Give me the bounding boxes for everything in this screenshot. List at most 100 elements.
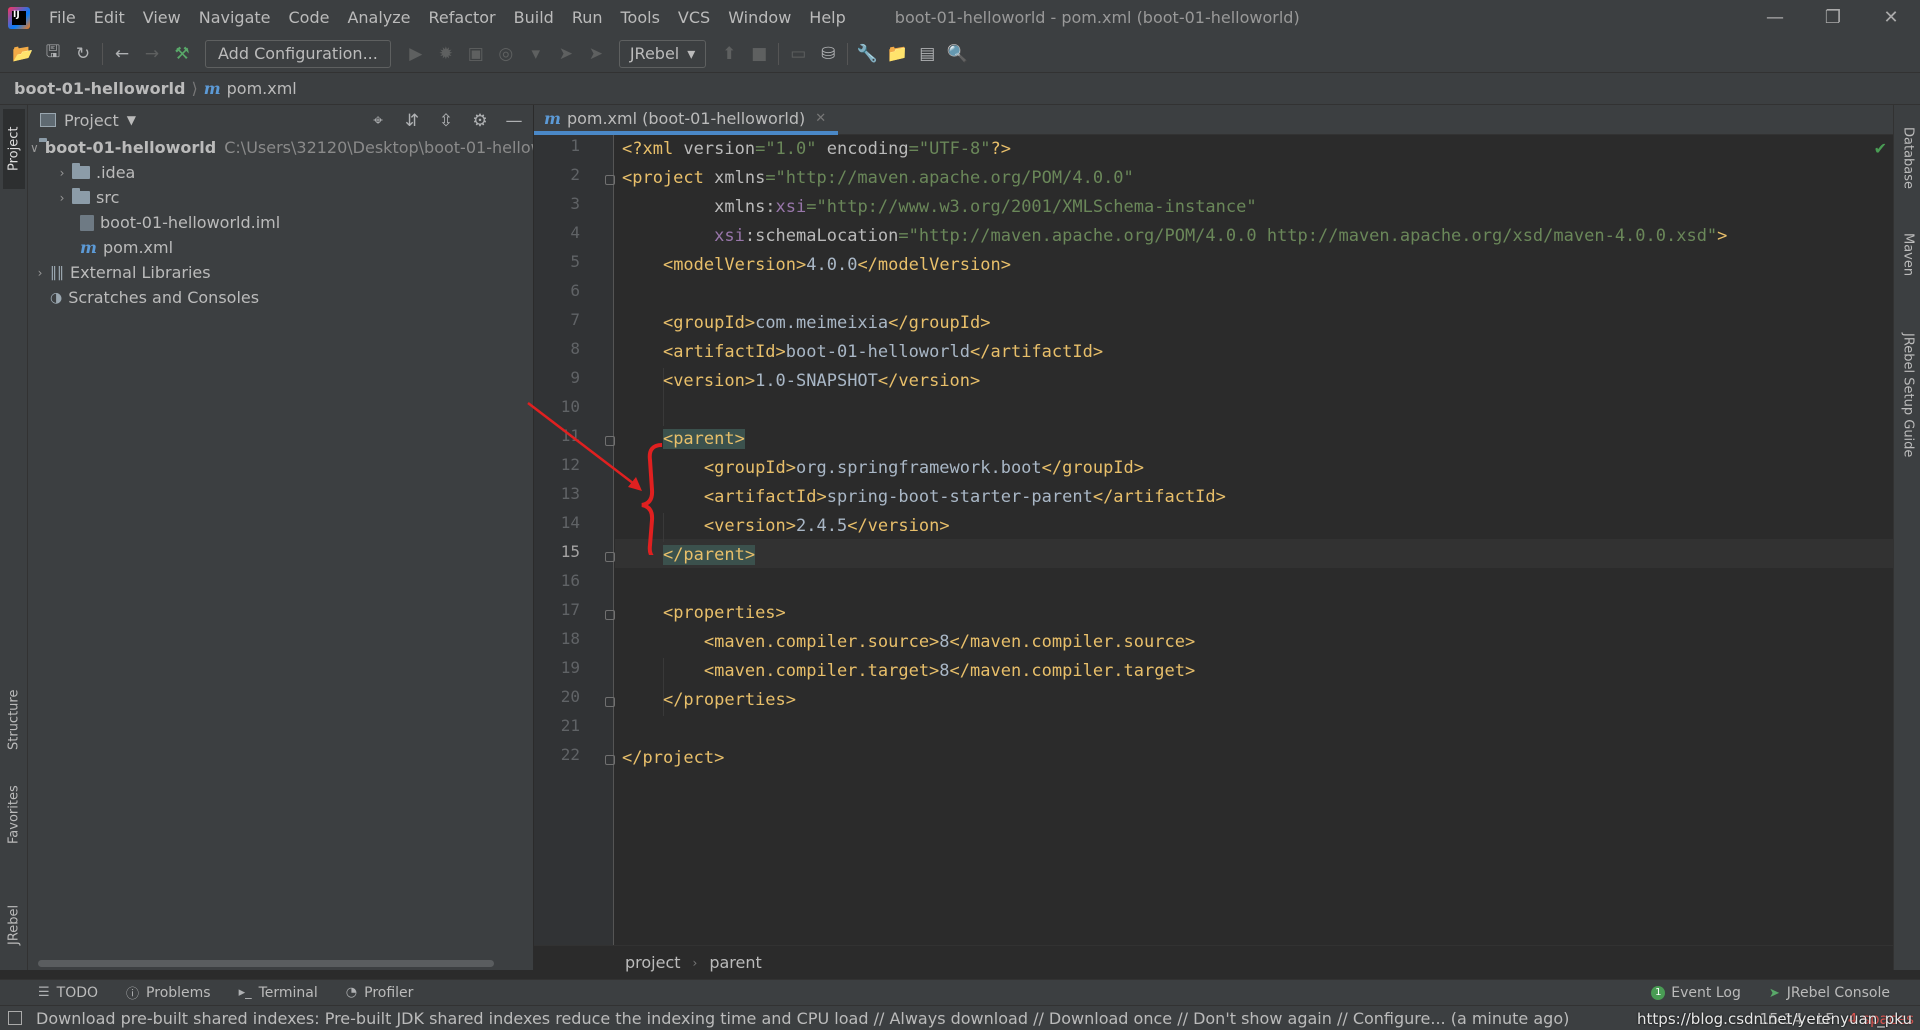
build-hammer-icon[interactable]: ⚒ xyxy=(167,39,197,69)
open-folder-icon[interactable]: 📂 xyxy=(8,39,38,69)
tree-node-idea[interactable]: › .idea xyxy=(28,160,533,185)
restore-button[interactable]: ❐ xyxy=(1804,0,1862,35)
tab-pom-xml[interactable]: m pom.xml (boot-01-helloworld) ✕ xyxy=(534,105,839,135)
close-button[interactable]: ✕ xyxy=(1862,0,1920,35)
gear-icon[interactable]: ⚙ xyxy=(467,109,493,133)
jrebel-run-icon[interactable]: ➤ xyxy=(551,39,581,69)
line-number: 14 xyxy=(560,513,580,532)
close-tab-icon[interactable]: ✕ xyxy=(815,111,826,126)
menu-refactor[interactable]: Refactor xyxy=(420,0,505,35)
save-icon[interactable]: 🖫 xyxy=(38,39,68,69)
jrebel-debug-icon[interactable]: ➤ xyxy=(581,39,611,69)
tool-tab-problems[interactable]: ⓘ Problems xyxy=(126,983,211,1003)
tree-node-external-libraries-label: External Libraries xyxy=(70,263,211,282)
fold-marker-icon[interactable] xyxy=(605,175,615,185)
fold-marker-icon[interactable] xyxy=(605,552,615,562)
tree-node-root[interactable]: ∨ boot-01-helloworld C:\Users\32120\Desk… xyxy=(28,135,533,160)
line-number: 5 xyxy=(570,252,580,271)
jrebel-dropdown[interactable]: JRebel ▾ xyxy=(618,39,707,68)
run-icon[interactable]: ▶ xyxy=(401,39,431,69)
menu-tools[interactable]: Tools xyxy=(612,0,669,35)
collapsed-arrow-icon[interactable]: › xyxy=(52,166,72,180)
tool-tab-profiler[interactable]: ◔ Profiler xyxy=(346,985,414,1001)
tool-tab-event-log[interactable]: 1 Event Log xyxy=(1651,985,1741,1001)
tool-tab-event-log-label: Event Log xyxy=(1671,985,1741,1001)
tree-node-src[interactable]: › src xyxy=(28,185,533,210)
line-number: 21 xyxy=(560,716,580,735)
sync-icon[interactable]: ↻ xyxy=(68,39,98,69)
crumb-parent[interactable]: parent xyxy=(709,953,761,972)
status-message[interactable]: Download pre-built shared indexes: Pre-b… xyxy=(36,1009,1569,1028)
chevron-down-icon[interactable]: ▼ xyxy=(127,113,136,127)
line-number: 7 xyxy=(570,310,580,329)
tool-tab-jrebel[interactable]: JRebel xyxy=(3,895,25,955)
add-configuration-button[interactable]: Add Configuration... xyxy=(205,39,391,68)
debug-icon[interactable]: ✹ xyxy=(431,39,461,69)
menu-build[interactable]: Build xyxy=(505,0,563,35)
tool-tab-terminal[interactable]: ▸_ Terminal xyxy=(239,985,318,1001)
expanded-arrow-icon[interactable]: ∨ xyxy=(30,141,39,155)
breadcrumb-project[interactable]: boot-01-helloworld xyxy=(14,79,185,98)
coverage-icon[interactable]: ▣ xyxy=(461,39,491,69)
menu-edit[interactable]: Edit xyxy=(85,0,134,35)
menu-window[interactable]: Window xyxy=(719,0,800,35)
tool-tab-jrebel-console[interactable]: ➤ JRebel Console xyxy=(1769,985,1890,1001)
more-run-icon[interactable]: ▾ xyxy=(521,39,551,69)
tree-node-external-libraries[interactable]: › ‖‖ External Libraries xyxy=(28,260,533,285)
jrebel-update-icon[interactable]: ⬆ xyxy=(714,39,744,69)
minimize-button[interactable]: — xyxy=(1746,0,1804,35)
terminal-window-icon[interactable]: ▤ xyxy=(912,39,942,69)
code-line-9: <version>1.0-SNAPSHOT</version> xyxy=(662,371,981,391)
tool-tab-favorites[interactable]: Favorites xyxy=(3,775,25,855)
back-arrow-icon[interactable]: ← xyxy=(107,39,137,69)
code-line-13: <artifactId>spring-boot-starter-parent</… xyxy=(703,487,1226,507)
chevron-down-icon: ▾ xyxy=(687,44,696,63)
menu-run[interactable]: Run xyxy=(563,0,612,35)
tree-node-iml[interactable]: boot-01-helloworld.iml xyxy=(28,210,533,235)
code-editor[interactable]: ✔ <?xml version="1.0" encoding="UTF-8"?>… xyxy=(615,135,1893,945)
tree-node-idea-label: .idea xyxy=(96,163,136,182)
tool-tab-maven[interactable]: Maven xyxy=(1897,220,1919,290)
breadcrumb-file[interactable]: pom.xml xyxy=(227,79,297,98)
collapsed-arrow-icon[interactable]: › xyxy=(30,266,50,280)
expand-all-icon[interactable]: ⇵ xyxy=(399,109,425,133)
menu-view[interactable]: View xyxy=(134,0,190,35)
menu-file[interactable]: File xyxy=(40,0,85,35)
tool-tab-database[interactable]: Database xyxy=(1897,113,1919,203)
inspection-ok-icon[interactable]: ✔ xyxy=(1874,139,1887,158)
fold-marker-icon[interactable] xyxy=(605,755,615,765)
collapse-all-icon[interactable]: ⇳ xyxy=(433,109,459,133)
tool-tab-structure[interactable]: Structure xyxy=(3,680,25,760)
device-icon[interactable]: ▭ xyxy=(783,39,813,69)
line-number: 11 xyxy=(560,426,580,445)
toggle-tool-windows-icon[interactable] xyxy=(8,1011,22,1025)
menu-vcs[interactable]: VCS xyxy=(669,0,719,35)
fold-marker-icon[interactable] xyxy=(605,436,615,446)
fold-marker-icon[interactable] xyxy=(605,697,615,707)
tree-node-pom[interactable]: m pom.xml xyxy=(28,235,533,260)
terminal-icon: ▸_ xyxy=(238,985,252,1000)
horizontal-scrollbar[interactable] xyxy=(38,960,494,967)
tree-node-scratches[interactable]: ◑ Scratches and Consoles xyxy=(28,285,533,310)
menu-analyze[interactable]: Analyze xyxy=(338,0,419,35)
hide-panel-icon[interactable]: — xyxy=(501,109,527,133)
profile-icon[interactable]: ◎ xyxy=(491,39,521,69)
project-structure-icon[interactable]: 📁 xyxy=(882,39,912,69)
project-view-selector[interactable]: Project xyxy=(64,111,119,130)
menu-navigate[interactable]: Navigate xyxy=(190,0,280,35)
menu-help[interactable]: Help xyxy=(800,0,854,35)
menu-code[interactable]: Code xyxy=(280,0,339,35)
crumb-project[interactable]: project xyxy=(625,953,681,972)
tool-tab-project[interactable]: Project xyxy=(3,109,25,189)
tool-tab-jrebel-setup-guide[interactable]: JRebel Setup Guide xyxy=(1897,310,1919,480)
search-icon[interactable]: 🔍 xyxy=(942,39,972,69)
bottom-tool-tabs: ☰ TODO ⓘ Problems ▸_ Terminal ◔ Profiler 1 Ev… xyxy=(0,979,1920,1005)
collapsed-arrow-icon[interactable]: › xyxy=(52,191,72,205)
fold-marker-icon[interactable] xyxy=(605,610,615,620)
forward-arrow-icon[interactable]: → xyxy=(137,39,167,69)
tool-tab-todo[interactable]: ☰ TODO xyxy=(38,985,98,1001)
stop-icon[interactable]: ■ xyxy=(744,39,774,69)
settings-wrench-icon[interactable]: 🔧 xyxy=(852,39,882,69)
database-icon[interactable]: ⛁ xyxy=(813,39,843,69)
locate-target-icon[interactable]: ⌖ xyxy=(365,109,391,133)
